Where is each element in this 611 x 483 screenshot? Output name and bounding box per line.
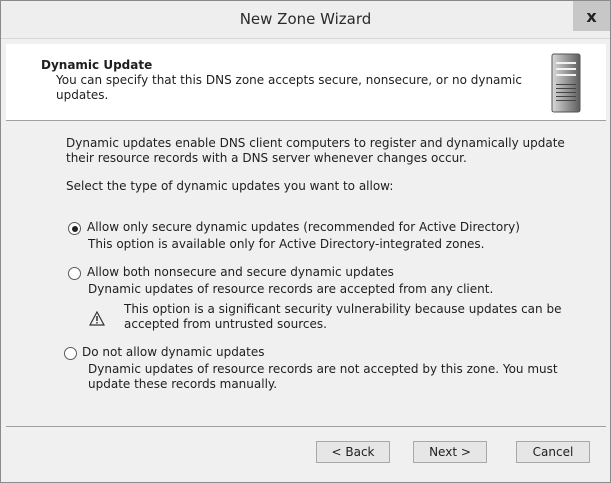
option-label[interactable]: Allow only secure dynamic updates (recom…: [87, 220, 520, 234]
new-zone-wizard-window: New Zone Wizard x Dynamic Update You can…: [0, 0, 611, 483]
radio-secure-only[interactable]: [68, 222, 81, 235]
wizard-header: Dynamic Update You can specify that this…: [6, 44, 606, 121]
page-title: Dynamic Update: [41, 58, 153, 72]
wizard-body: Dynamic updates enable DNS client comput…: [6, 121, 606, 421]
close-button[interactable]: x: [573, 1, 610, 31]
prompt-text: Select the type of dynamic updates you w…: [66, 179, 394, 193]
option-label[interactable]: Do not allow dynamic updates: [82, 345, 265, 359]
option-label[interactable]: Allow both nonsecure and secure dynamic …: [87, 265, 394, 279]
window-title: New Zone Wizard: [239, 10, 372, 28]
option-note: Dynamic updates of resource records are …: [88, 362, 558, 391]
cancel-button[interactable]: Cancel: [516, 441, 590, 463]
option-note: This option is available only for Active…: [88, 237, 485, 251]
intro-text: Dynamic updates enable DNS client comput…: [66, 136, 565, 165]
footer-divider: [6, 426, 606, 427]
radio-nonsecure-and-secure[interactable]: [68, 267, 81, 280]
back-button[interactable]: < Back: [316, 441, 390, 463]
warning-icon: [89, 311, 105, 326]
radio-disallow[interactable]: [64, 347, 77, 360]
option-note: Dynamic updates of resource records are …: [88, 282, 494, 296]
server-icon: [551, 53, 581, 113]
title-bar[interactable]: New Zone Wizard x: [1, 1, 610, 39]
warning-text: This option is a significant security vu…: [124, 302, 562, 331]
page-description: You can specify that this DNS zone accep…: [56, 73, 523, 102]
next-button[interactable]: Next >: [413, 441, 487, 463]
